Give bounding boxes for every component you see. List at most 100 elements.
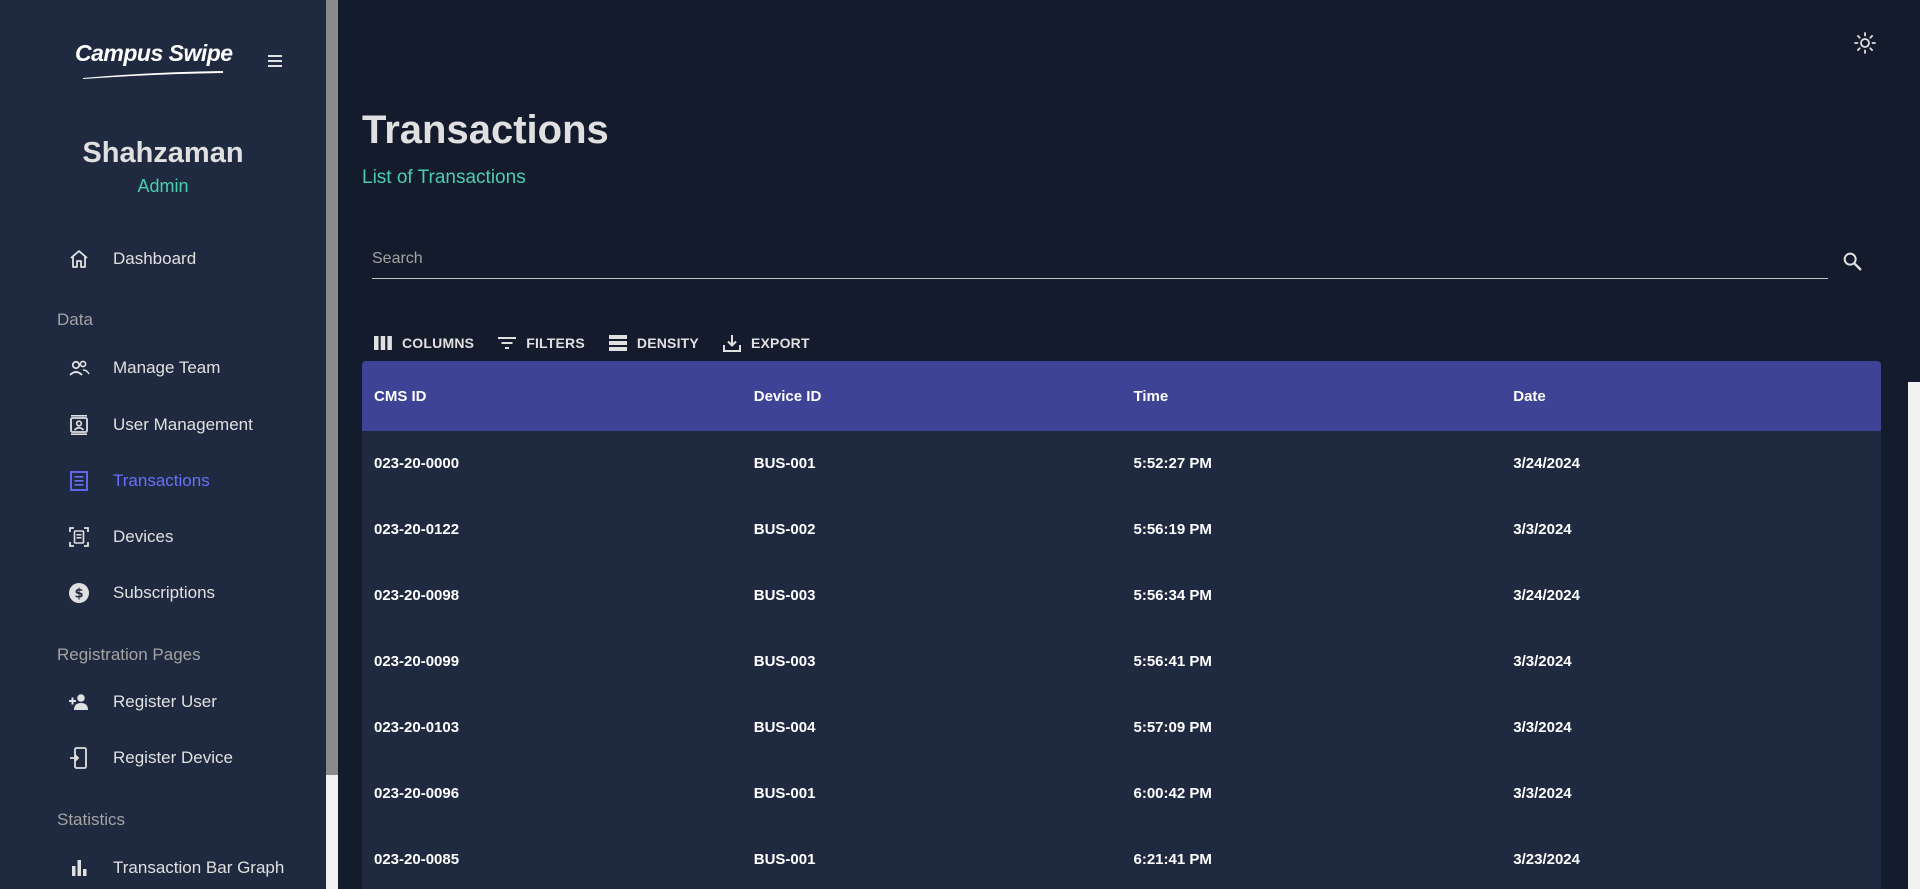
cell-cms-id: 023-20-0103	[374, 719, 460, 736]
filter-icon	[496, 332, 518, 354]
cell-cms-id: 023-20-0099	[374, 653, 460, 670]
download-icon	[721, 332, 743, 354]
cell-time: 6:00:42 PM	[1133, 785, 1212, 802]
home-icon	[64, 244, 94, 274]
cell-cms-id: 023-20-0098	[374, 587, 460, 604]
hamburger-icon	[268, 55, 282, 67]
cell-date: 3/24/2024	[1513, 455, 1580, 472]
sidebar: Campus Swipe Shahzaman Admin Dashboard D…	[0, 0, 326, 889]
cell-date: 3/3/2024	[1513, 719, 1572, 736]
sidebar-scrollbar[interactable]	[326, 0, 338, 889]
cell-device-id: BUS-003	[753, 587, 816, 604]
sidebar-item-label: Register User	[113, 692, 217, 711]
cell-time: 6:21:41 PM	[1133, 851, 1212, 868]
cell-date: 3/3/2024	[1513, 653, 1572, 670]
sidebar-item-label: Transactions	[113, 471, 210, 490]
sidebar-item-label: User Management	[113, 415, 253, 434]
cell-device-id: BUS-001	[753, 455, 816, 472]
view-column-icon	[372, 332, 394, 354]
transactions-table: CMS ID Device ID Time Date 023-20-0000 B…	[362, 361, 1881, 889]
table-row[interactable]: 023-20-0098 BUS-003 5:56:34 PM 3/24/2024	[362, 563, 1881, 629]
person-add-icon	[64, 687, 94, 717]
logo-swoosh-icon	[83, 71, 223, 79]
dollar-circle-icon: $	[64, 578, 94, 608]
profile-name: Shahzaman	[82, 137, 244, 169]
cell-cms-id: 023-20-0000	[374, 455, 460, 472]
svg-text:$: $	[74, 587, 83, 602]
profile-role: Admin	[137, 176, 189, 196]
cell-date: 3/3/2024	[1513, 785, 1572, 802]
column-header-cms-id[interactable]: CMS ID	[362, 388, 742, 405]
cell-device-id: BUS-001	[753, 851, 816, 868]
cell-date: 3/3/2024	[1513, 521, 1572, 538]
sidebar-item-devices[interactable]: Devices	[64, 519, 173, 555]
section-label-data: Data	[57, 310, 93, 329]
section-label-statistics: Statistics	[57, 810, 126, 829]
grid-toolbar: COLUMNS FILTERS DENSITY EXPORT	[372, 330, 832, 356]
table-row[interactable]: 023-20-0000 BUS-001 5:52:27 PM 3/24/2024	[362, 431, 1881, 497]
sidebar-item-dashboard[interactable]: Dashboard	[64, 241, 196, 277]
main-content: Transactions List of Transactions COLUMN…	[338, 0, 1920, 889]
sidebar-item-label: Register Device	[113, 748, 233, 767]
filters-label: FILTERS	[526, 335, 585, 351]
filters-button[interactable]: FILTERS	[496, 332, 585, 354]
cell-cms-id: 023-20-0096	[374, 785, 460, 802]
app-root: Campus Swipe Shahzaman Admin Dashboard D…	[0, 0, 1920, 889]
search-input[interactable]	[372, 242, 1812, 276]
sidebar-item-register-user[interactable]: Register User	[64, 684, 217, 720]
cell-device-id: BUS-001	[753, 785, 816, 802]
search-field	[372, 242, 1828, 279]
cell-date: 3/24/2024	[1513, 587, 1580, 604]
search-icon	[1843, 252, 1862, 271]
theme-toggle-button[interactable]	[1851, 29, 1879, 57]
receipt-icon	[64, 466, 94, 496]
export-label: EXPORT	[750, 335, 810, 351]
table-row[interactable]: 023-20-0103 BUS-004 5:57:09 PM 3/3/2024	[362, 695, 1881, 761]
cell-cms-id: 023-20-0085	[374, 851, 460, 868]
sidebar-item-user-management[interactable]: User Management	[64, 407, 253, 443]
sidebar-item-subscriptions[interactable]: $ Subscriptions	[64, 575, 215, 611]
search-button[interactable]	[1838, 247, 1866, 275]
table-row[interactable]: 023-20-0099 BUS-003 5:56:41 PM 3/3/2024	[362, 629, 1881, 695]
sidebar-item-label: Transaction Bar Graph	[113, 858, 285, 877]
bar-chart-icon	[64, 853, 94, 883]
cell-time: 5:56:34 PM	[1133, 587, 1212, 604]
column-header-time[interactable]: Time	[1122, 388, 1502, 405]
export-button[interactable]: EXPORT	[721, 332, 810, 354]
section-label-registration: Registration Pages	[57, 645, 201, 664]
menu-toggle-button[interactable]	[264, 50, 286, 72]
sidebar-item-manage-team[interactable]: Manage Team	[64, 350, 220, 386]
sidebar-item-register-device[interactable]: Register Device	[64, 740, 233, 776]
cell-date: 3/23/2024	[1513, 851, 1580, 868]
page-subtitle: List of Transactions	[362, 167, 526, 188]
sidebar-item-transactions[interactable]: Transactions	[64, 463, 210, 499]
campus-swipe-logo[interactable]: Campus Swipe	[75, 40, 235, 84]
page-scrollbar[interactable]	[1908, 382, 1920, 889]
contacts-icon	[64, 410, 94, 440]
table-row[interactable]: 023-20-0085 BUS-001 6:21:41 PM 3/23/2024	[362, 827, 1881, 889]
logo-text: Campus Swipe	[75, 40, 233, 66]
cell-time: 5:56:19 PM	[1133, 521, 1212, 538]
cell-time: 5:52:27 PM	[1133, 455, 1212, 472]
columns-button[interactable]: COLUMNS	[372, 332, 474, 354]
density-label: DENSITY	[636, 335, 699, 351]
density-icon	[607, 332, 629, 354]
table-row[interactable]: 023-20-0096 BUS-001 6:00:42 PM 3/3/2024	[362, 761, 1881, 827]
cell-time: 5:56:41 PM	[1133, 653, 1212, 670]
device-add-icon	[64, 743, 94, 773]
sun-icon	[1854, 32, 1876, 54]
table-header: CMS ID Device ID Time Date	[362, 361, 1881, 431]
cell-cms-id: 023-20-0122	[374, 521, 460, 538]
sidebar-item-label: Subscriptions	[113, 583, 216, 602]
column-header-device-id[interactable]: Device ID	[742, 388, 1122, 405]
devices-icon	[64, 522, 94, 552]
cell-device-id: BUS-002	[753, 521, 816, 538]
table-row[interactable]: 023-20-0122 BUS-002 5:56:19 PM 3/3/2024	[362, 497, 1881, 563]
sidebar-item-label: Dashboard	[113, 249, 197, 268]
sidebar-item-transaction-bar-graph[interactable]: Transaction Bar Graph	[64, 850, 284, 886]
sidebar-scrollbar-thumb[interactable]	[326, 0, 338, 775]
density-button[interactable]: DENSITY	[607, 332, 699, 354]
people-icon	[64, 353, 94, 383]
column-header-date[interactable]: Date	[1501, 388, 1881, 405]
columns-label: COLUMNS	[402, 335, 475, 351]
